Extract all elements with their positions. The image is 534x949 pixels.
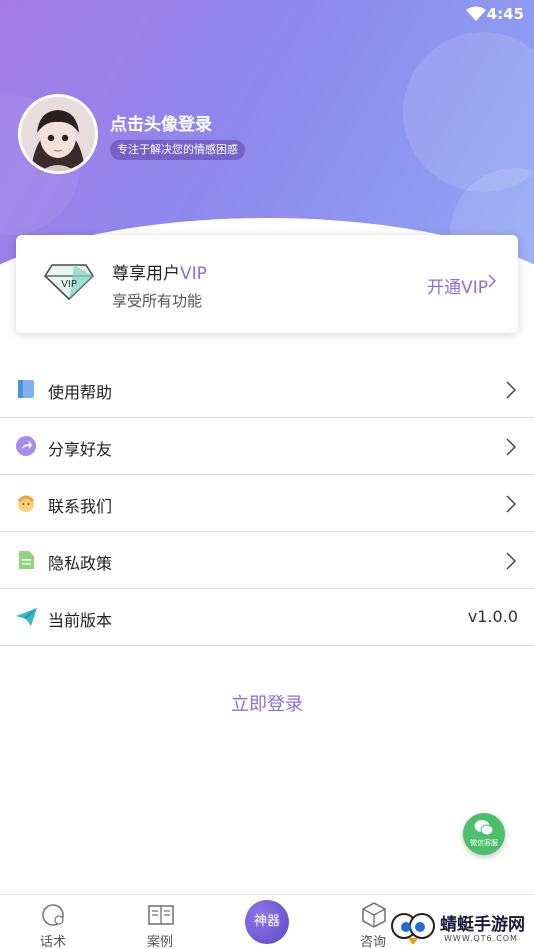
vip-badge-text: VIP	[61, 279, 77, 290]
vip-subtitle: 享受所有功能	[112, 292, 203, 310]
menu-item-help[interactable]: 使用帮助	[0, 361, 534, 418]
wechat-service-label: 微信客服	[470, 839, 498, 847]
tab-label: 话术	[39, 935, 66, 949]
tab-scripts[interactable]: 话术	[13, 895, 93, 949]
vip-card[interactable]: VIP 尊享用户VIP 享受所有功能 开通VIP	[16, 235, 518, 333]
menu-item-label: 分享好友	[48, 440, 113, 459]
book-icon	[16, 379, 36, 399]
vip-title-prefix: 尊享用户	[112, 264, 180, 284]
menu-item-label: 当前版本	[48, 611, 113, 630]
chevron-right-icon	[488, 273, 497, 293]
paper-plane-icon	[16, 607, 37, 627]
login-now-button[interactable]: 立即登录	[0, 690, 534, 716]
open-book-icon	[148, 902, 174, 932]
vip-title-vip: VIP	[180, 264, 207, 284]
vip-title: 尊享用户VIP	[112, 259, 207, 284]
menu-item-version: 当前版本 v1.0.0	[0, 589, 534, 646]
tab-cases[interactable]: 案例	[120, 895, 200, 949]
document-icon	[16, 550, 36, 570]
open-vip-button[interactable]: 开通VIP	[427, 273, 488, 298]
chevron-right-icon	[506, 495, 517, 517]
menu-item-label: 使用帮助	[48, 383, 113, 402]
login-prompt[interactable]: 点击头像登录	[110, 110, 212, 135]
cube-icon	[361, 902, 387, 932]
wifi-icon	[466, 6, 486, 26]
profile-tagline: 专注于解决您的情感困惑	[110, 140, 245, 160]
clock: 4:45	[486, 5, 524, 23]
watermark-logo: 蜻蜓手游网 WWW.QT6.COM	[388, 904, 534, 949]
menu-item-privacy[interactable]: 隐私政策	[0, 532, 534, 589]
wechat-service-button[interactable]: 微信客服	[463, 813, 505, 855]
chat-face-icon	[41, 902, 67, 932]
tab-label: 案例	[146, 935, 173, 949]
watermark-url: WWW.QT6.COM	[444, 934, 518, 943]
dragonfly-logo-icon	[388, 906, 438, 949]
menu-item-contact[interactable]: 联系我们	[0, 475, 534, 532]
tab-tools[interactable]: 神器	[245, 900, 289, 944]
status-bar: 4:45	[0, 0, 534, 30]
avatar[interactable]	[18, 94, 98, 174]
chevron-right-icon	[506, 381, 517, 403]
settings-menu: 使用帮助 分享好友 联系我们 隐私政策 当前版本 v1.0.0	[0, 361, 534, 646]
chevron-right-icon	[506, 552, 517, 574]
tab-label: 神器	[253, 914, 280, 929]
chevron-right-icon	[506, 438, 517, 460]
diamond-icon: VIP	[43, 261, 95, 305]
share-icon	[16, 436, 36, 456]
watermark-brand: 蜻蜓手游网	[440, 915, 525, 935]
menu-item-label: 联系我们	[48, 497, 113, 516]
version-value: v1.0.0	[467, 607, 518, 626]
menu-item-label: 隐私政策	[48, 554, 113, 573]
contact-icon	[16, 493, 36, 513]
menu-item-share[interactable]: 分享好友	[0, 418, 534, 475]
